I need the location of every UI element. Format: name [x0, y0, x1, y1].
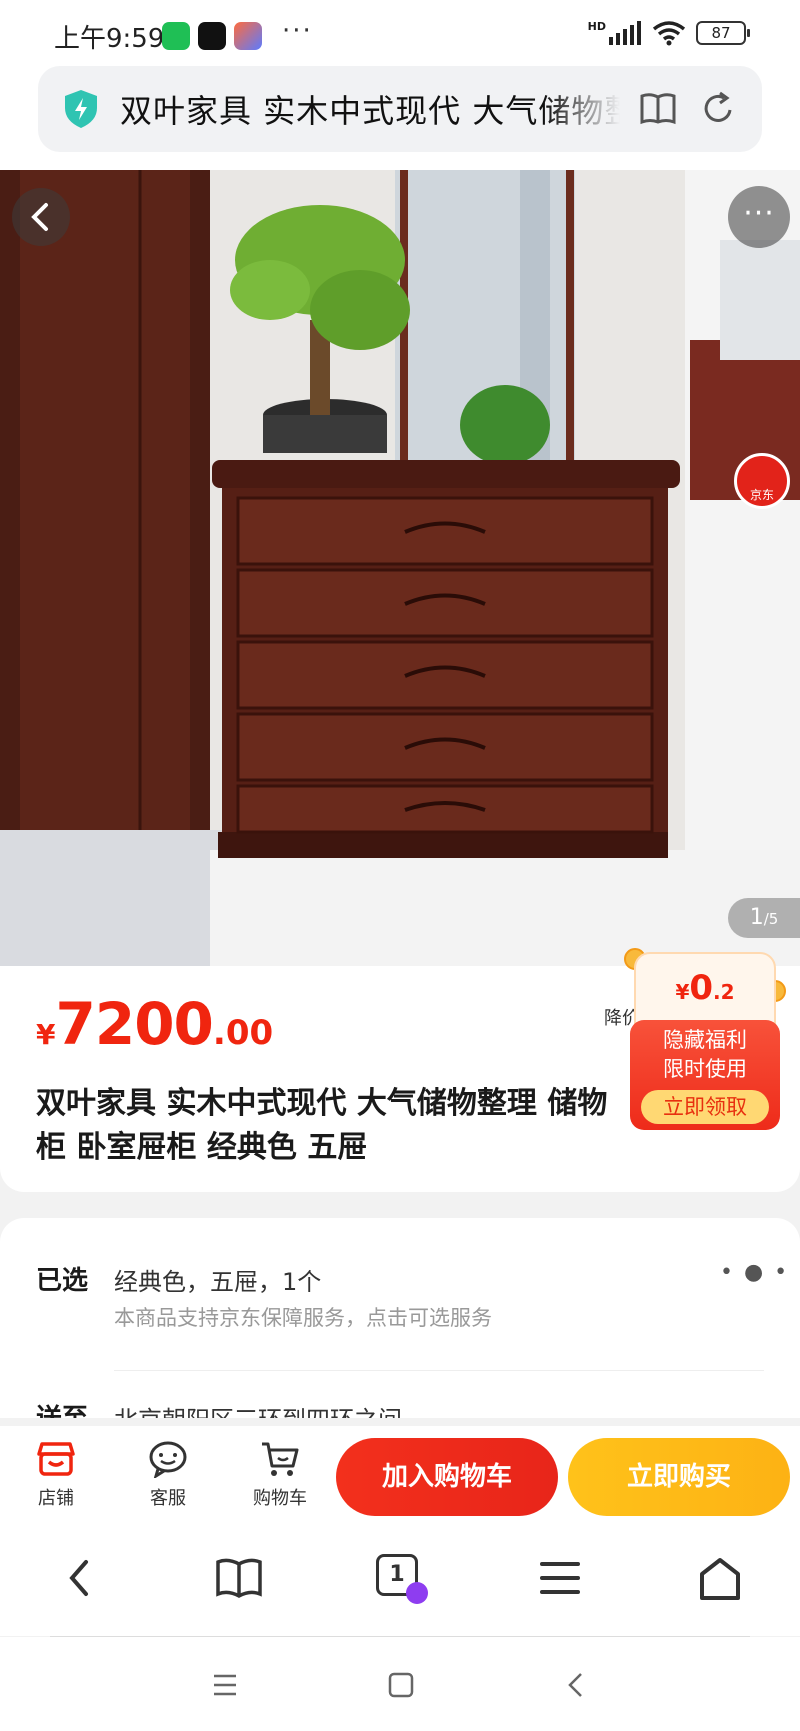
back-triangle-icon[interactable]: [566, 1671, 586, 1699]
ship-to-label: 送至: [36, 1398, 88, 1418]
reload-icon[interactable]: [700, 88, 736, 128]
bookmarks-icon[interactable]: [214, 1556, 264, 1600]
coupon-line1: 隐藏福利: [663, 1028, 747, 1052]
menu-icon[interactable]: [538, 1556, 582, 1600]
shop-button[interactable]: 店铺: [16, 1440, 96, 1510]
selected-label: 已选: [36, 1266, 89, 1296]
divider: [114, 1370, 764, 1371]
incognito-badge-icon: [406, 1582, 428, 1604]
status-more-dots: ···: [282, 16, 313, 46]
image-counter-total: /5: [763, 910, 779, 928]
coupon-line2: 限时使用: [663, 1057, 747, 1081]
more-dots-icon[interactable]: • ● •: [720, 1260, 789, 1285]
wechat-icon: [162, 22, 190, 50]
chevron-left-icon: [31, 203, 48, 231]
image-counter-current: 1: [749, 905, 764, 930]
status-indicators: HD 87: [587, 19, 750, 46]
status-time: 上午9:59: [54, 24, 165, 54]
coupon-popup[interactable]: ¥0.2 隐藏福利 限时使用 立即领取: [624, 948, 786, 1132]
customer-service-label: 客服: [150, 1488, 186, 1509]
jd-badge[interactable]: 京东: [734, 453, 790, 509]
add-to-cart-button[interactable]: 加入购物车: [336, 1438, 558, 1516]
reader-mode-icon[interactable]: [638, 88, 678, 128]
shop-icon: [37, 1442, 75, 1476]
network-label: HD: [587, 19, 606, 33]
cart-button[interactable]: 购物车: [240, 1440, 320, 1510]
coupon-amount: ¥0.2: [634, 952, 776, 1024]
back-button[interactable]: [12, 188, 70, 246]
product-price: ¥7200.00: [36, 990, 273, 1058]
purchase-action-bar: 店铺 客服 购物车 加入购物车 立即购买: [0, 1426, 800, 1526]
home-icon[interactable]: [696, 1556, 744, 1602]
image-counter: 1/5: [728, 898, 800, 938]
price-integer: 7200: [55, 990, 213, 1058]
shop-label: 店铺: [38, 1488, 74, 1509]
signal-icon: [609, 21, 641, 45]
status-app-icons: [162, 22, 262, 50]
browser-top-bar: 双叶家具 实木中式现代 大气储物整理 储物柜 卧室屉柜 经典色 五屉: [0, 66, 800, 170]
chat-icon: [149, 1441, 187, 1478]
price-currency: ¥: [36, 1018, 56, 1051]
claim-coupon-button[interactable]: 立即领取: [641, 1090, 769, 1124]
ship-to-value[interactable]: 北京朝阳区三环到四环之间: [114, 1400, 402, 1418]
cart-icon: [262, 1442, 299, 1476]
douyin-icon: [198, 22, 226, 50]
product-photo: [0, 170, 800, 966]
product-title: 双叶家具 实木中式现代 大气储物整理 储物柜 卧室屉柜 经典色 五屉: [36, 1086, 608, 1165]
security-shield-icon: [65, 90, 97, 128]
status-bar: 上午9:59 ··· HD 87: [0, 0, 800, 66]
more-options-button[interactable]: ···: [728, 186, 790, 248]
price-decimal: .00: [212, 1013, 274, 1053]
home-square-icon[interactable]: [388, 1672, 414, 1698]
address-bar[interactable]: 双叶家具 实木中式现代 大气储物整理 储物柜 卧室屉柜 经典色 五屉: [38, 66, 762, 152]
battery-indicator: 87: [696, 21, 750, 45]
browser-bottom-nav: 1: [0, 1526, 800, 1636]
coupon-body: 隐藏福利 限时使用 立即领取: [630, 1020, 780, 1130]
customer-service-button[interactable]: 客服: [128, 1440, 208, 1510]
buy-now-button[interactable]: 立即购买: [568, 1438, 790, 1516]
address-text[interactable]: 双叶家具 实木中式现代 大气储物整理 储物柜 卧室屉柜 经典色 五屉: [120, 86, 620, 132]
service-note[interactable]: 本商品支持京东保障服务，点击可选服务: [114, 1302, 492, 1332]
wifi-icon: [652, 21, 686, 46]
product-image-gallery[interactable]: ··· 京东 1/5: [0, 170, 800, 966]
system-nav-bar: [0, 1637, 800, 1731]
cart-label: 购物车: [253, 1488, 307, 1509]
options-card[interactable]: 已选 经典色，五屉，1个 本商品支持京东保障服务，点击可选服务 • ● • 送至…: [0, 1218, 800, 1418]
video-app-icon: [234, 22, 262, 50]
recents-icon[interactable]: [212, 1673, 238, 1697]
chevron-left-icon[interactable]: [62, 1556, 98, 1600]
selected-value[interactable]: 经典色，五屉，1个: [114, 1262, 321, 1297]
